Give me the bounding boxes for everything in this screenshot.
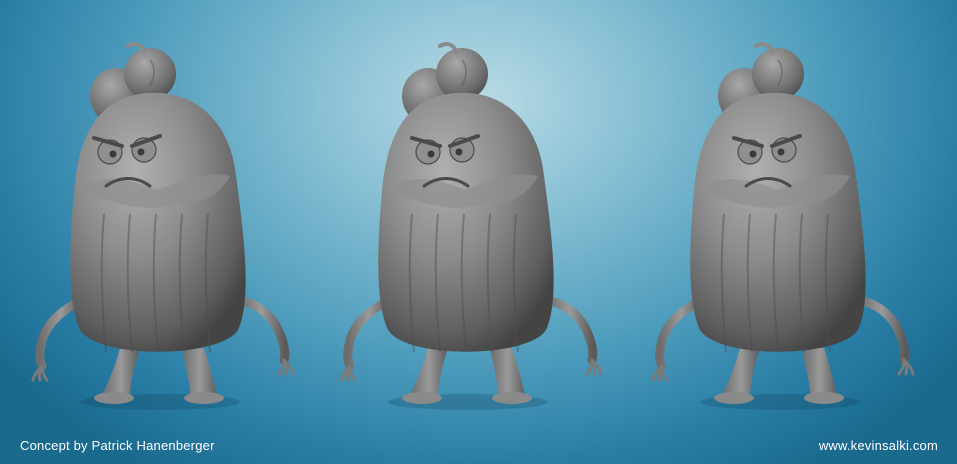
pumpkin-creature-three-quarter-right [651,42,915,410]
render-stage: Concept by Patrick Hanenberger www.kevin… [0,0,957,464]
pumpkin-body [690,92,866,353]
right-arm [233,295,290,365]
sculpt-renders [31,42,915,410]
right-arm [853,295,910,365]
pumpkin-creature-three-quarter-left [31,42,295,410]
pumpkin-creature-front [339,42,603,410]
concept-credit: Concept by Patrick Hanenberger [20,438,215,453]
pumpkin-body [378,92,554,353]
pumpkin-body [70,92,246,353]
right-arm [541,295,598,365]
website-credit[interactable]: www.kevinsalki.com [819,438,938,453]
